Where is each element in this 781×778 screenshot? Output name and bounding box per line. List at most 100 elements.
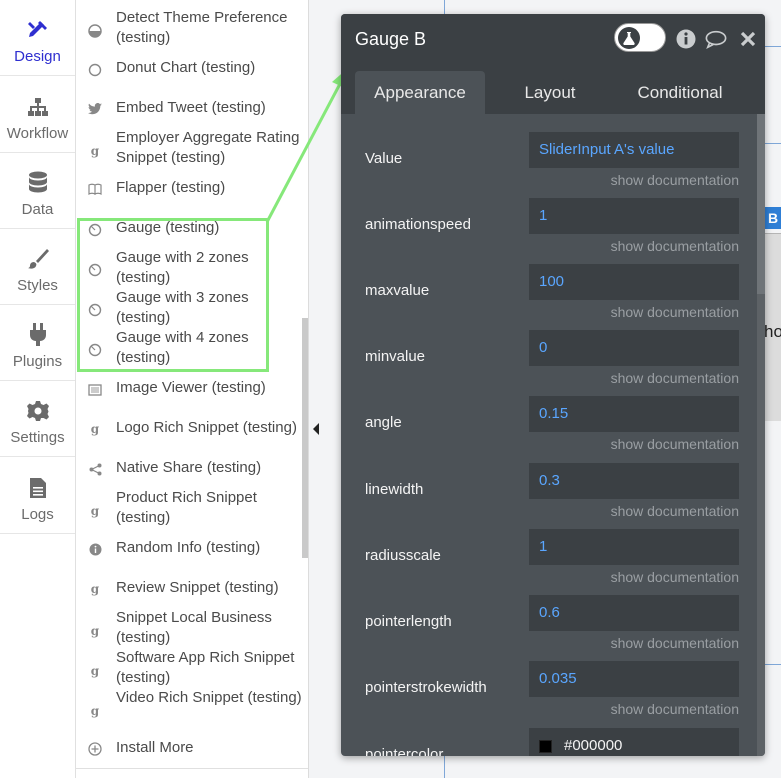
show-documentation-link[interactable]: show documentation	[611, 436, 739, 452]
design-icon	[26, 18, 50, 42]
nav-styles[interactable]: Styles	[0, 229, 75, 305]
show-documentation-link[interactable]: show documentation	[611, 569, 739, 585]
gear-icon	[26, 399, 50, 423]
image-icon	[88, 383, 102, 397]
list-scrollbar[interactable]	[302, 318, 308, 558]
circle-icon	[88, 63, 102, 77]
color-swatch	[539, 739, 552, 753]
list-item[interactable]: g Review Snippet (testing)	[76, 578, 308, 598]
data-icon	[26, 171, 50, 195]
comment-icon[interactable]	[705, 28, 727, 50]
list-item[interactable]: g Product Rich Snippet (testing)	[76, 488, 308, 528]
google-icon: g	[90, 504, 100, 518]
canvas-guide-line	[765, 664, 781, 665]
property-row: linewidth 0.3 show documentation	[341, 463, 757, 529]
workflow-icon	[26, 95, 50, 119]
show-documentation-link[interactable]: show documentation	[611, 304, 739, 320]
property-value-input[interactable]: 0.035	[529, 661, 739, 697]
book-icon	[88, 182, 102, 196]
list-item[interactable]: Detect Theme Preference (testing)	[76, 8, 308, 48]
editor-scrollbar-thumb[interactable]	[757, 114, 765, 294]
show-documentation-link[interactable]: show documentation	[611, 701, 739, 717]
list-item[interactable]: Native Share (testing)	[76, 458, 308, 478]
property-editor: Gauge B Appearance Layout Conditional Va…	[341, 14, 765, 756]
google-icon: g	[90, 624, 100, 638]
google-icon: g	[90, 582, 100, 596]
close-icon[interactable]	[737, 28, 759, 50]
theme-icon	[88, 24, 102, 38]
nav-design-label: Design	[14, 48, 61, 65]
nav-design[interactable]: Design	[0, 0, 75, 76]
left-nav: Design Workflow Data Styles Plugins Sett…	[0, 0, 76, 778]
editor-header: Gauge B	[341, 14, 765, 64]
element-badge: B	[765, 207, 781, 229]
test-mode-toggle[interactable]	[614, 23, 666, 52]
show-documentation-link[interactable]: show documentation	[611, 172, 739, 188]
flask-icon	[618, 27, 640, 49]
property-row: pointerstrokewidth 0.035 show documentat…	[341, 661, 757, 727]
google-icon: g	[90, 422, 100, 436]
nav-logs-label: Logs	[21, 506, 54, 523]
nav-workflow[interactable]: Workflow	[0, 77, 75, 153]
info-icon	[88, 542, 102, 556]
show-documentation-link[interactable]: show documentation	[611, 635, 739, 651]
tab-appearance[interactable]: Appearance	[355, 71, 485, 114]
property-value-input[interactable]: 0.3	[529, 463, 739, 499]
list-item[interactable]: Image Viewer (testing)	[76, 378, 308, 398]
nav-data-label: Data	[21, 201, 54, 218]
google-icon: g	[90, 144, 100, 158]
property-value-input[interactable]: 1	[529, 198, 739, 234]
nav-data[interactable]: Data	[0, 153, 75, 229]
list-item[interactable]: g Logo Rich Snippet (testing)	[76, 418, 308, 438]
canvas-guide-line	[765, 46, 781, 47]
property-row: Value SliderInput A's value show documen…	[341, 132, 757, 198]
collapse-panel-arrow-icon[interactable]	[313, 423, 319, 435]
property-label: angle	[365, 414, 402, 431]
property-label: pointercolor	[365, 746, 444, 756]
canvas-guide-line	[444, 0, 445, 14]
google-icon: g	[90, 704, 100, 718]
list-item[interactable]: Random Info (testing)	[76, 538, 308, 558]
list-item[interactable]: g Software App Rich Snippet (testing)	[76, 648, 308, 688]
property-label: pointerlength	[365, 613, 452, 630]
tab-conditional[interactable]: Conditional	[615, 71, 745, 114]
list-item[interactable]: g Snippet Local Business (testing)	[76, 608, 308, 648]
annotation-arrow	[265, 68, 349, 223]
show-documentation-link[interactable]: show documentation	[611, 503, 739, 519]
editor-scrollbar[interactable]	[757, 114, 765, 756]
property-value-input[interactable]: 0.15	[529, 396, 739, 432]
property-row: angle 0.15 show documentation	[341, 396, 757, 462]
logs-icon	[26, 476, 50, 500]
nav-plugins[interactable]: Plugins	[0, 305, 75, 381]
brush-icon	[26, 247, 50, 271]
list-item[interactable]: g Video Rich Snippet (testing)	[76, 688, 308, 728]
property-label: radiusscale	[365, 547, 441, 564]
plug-icon	[26, 323, 50, 347]
property-label: animationspeed	[365, 216, 471, 233]
google-icon: g	[90, 664, 100, 678]
show-documentation-link[interactable]: show documentation	[611, 238, 739, 254]
install-more-link[interactable]: Install More	[76, 738, 308, 758]
property-row: pointercolor #000000	[341, 728, 757, 756]
property-row: radiusscale 1 show documentation	[341, 529, 757, 595]
nav-logs[interactable]: Logs	[0, 458, 75, 534]
tab-layout[interactable]: Layout	[487, 71, 613, 114]
property-value-input[interactable]: 0	[529, 330, 739, 366]
nav-settings[interactable]: Settings	[0, 381, 75, 457]
property-row: pointerlength 0.6 show documentation	[341, 595, 757, 661]
property-label: linewidth	[365, 481, 424, 498]
color-value: #000000	[564, 737, 623, 754]
property-value-input[interactable]: 100	[529, 264, 739, 300]
property-value-input[interactable]: 0.6	[529, 595, 739, 631]
property-value-input[interactable]: 1	[529, 529, 739, 565]
property-row: minvalue 0 show documentation	[341, 330, 757, 396]
canvas-guide-line	[765, 143, 781, 144]
nav-settings-label: Settings	[10, 429, 65, 446]
color-picker-input[interactable]: #000000	[529, 728, 739, 756]
plus-circle-icon	[88, 742, 102, 756]
show-documentation-link[interactable]: show documentation	[611, 370, 739, 386]
canvas-guide-line	[444, 756, 445, 778]
nav-styles-label: Styles	[17, 277, 58, 294]
info-icon[interactable]	[675, 28, 697, 50]
property-value-input[interactable]: SliderInput A's value	[529, 132, 739, 168]
